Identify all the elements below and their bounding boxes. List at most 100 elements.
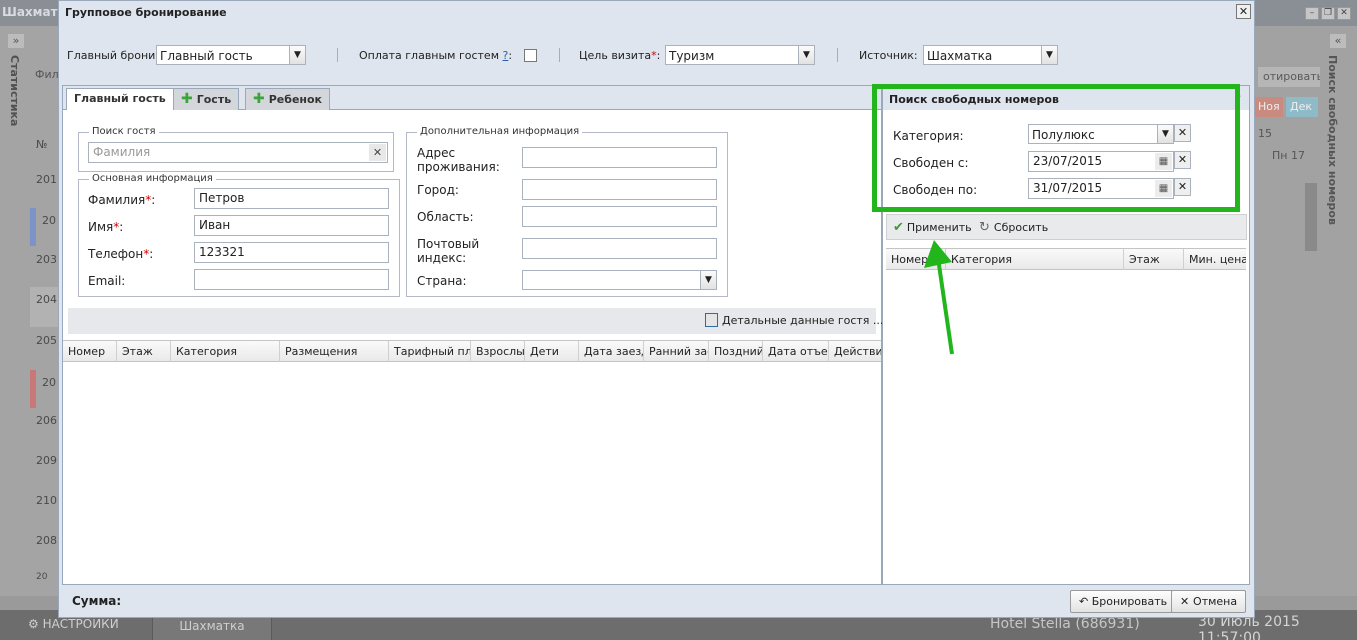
clear-from-icon[interactable]: ✕ <box>1174 151 1191 169</box>
col-number[interactable]: Номер <box>63 341 117 362</box>
bg-row: 210 <box>36 494 57 507</box>
col-category[interactable]: Категория <box>171 341 280 362</box>
col-adults[interactable]: Взрослые <box>471 341 525 362</box>
bg-day: 15 <box>1258 127 1272 140</box>
name-label: Имя*: <box>88 220 124 234</box>
surname-label: Фамилия*: <box>88 193 156 207</box>
expand-left-icon[interactable]: » <box>8 34 24 48</box>
calendar-icon[interactable]: ▦ <box>1155 180 1172 197</box>
clear-to-icon[interactable]: ✕ <box>1174 178 1191 196</box>
guest-tabs: Главный гость ✚ Гость ✚ Ребенок <box>63 86 881 111</box>
free-to-field[interactable]: 31/07/2015 ▦ <box>1028 178 1174 199</box>
col-floor[interactable]: Этаж <box>117 341 171 362</box>
taskbar-settings[interactable]: ⚙ НАСТРОЙКИ <box>28 617 119 631</box>
close-icon: ✕ <box>1180 595 1194 608</box>
region-label: Область: <box>417 210 474 224</box>
guest-search-input[interactable]: Фамилия ✕ <box>88 142 388 163</box>
payment-checkbox[interactable] <box>524 49 537 62</box>
free-rooms-header: Поиск свободных номеров » <box>883 86 1249 110</box>
group-booking-dialog: Групповое бронирование ✕ Главный брони Г… <box>58 0 1255 618</box>
collapse-right-icon[interactable]: « <box>1330 34 1346 48</box>
free-from-label: Свободен с: <box>893 156 969 170</box>
clear-icon[interactable]: ✕ <box>369 144 386 161</box>
guest-panel: Главный гость ✚ Гость ✚ Ребенок Поиск гост… <box>62 85 883 585</box>
free-from-field[interactable]: 23/07/2015 ▦ <box>1028 151 1174 172</box>
close-icon[interactable]: ✕ <box>1337 7 1351 20</box>
divider <box>337 48 338 62</box>
source-label: Источник: <box>859 49 918 62</box>
chevron-down-icon[interactable]: ▼ <box>1157 125 1173 143</box>
category-select[interactable]: Полулюкс ▼ <box>1028 124 1174 144</box>
country-select[interactable]: ▼ <box>522 270 717 290</box>
cancel-button[interactable]: ✕ Отмена <box>1171 590 1247 613</box>
tab-child[interactable]: ✚ Ребенок <box>245 88 331 110</box>
check-icon: ✔ <box>893 220 904 235</box>
guest-search-fieldset: Поиск гостя Фамилия ✕ <box>78 126 394 172</box>
col-category[interactable]: Категория <box>946 249 1124 270</box>
bg-sort-button[interactable]: отировать бр <box>1258 67 1320 87</box>
col-early-checkin[interactable]: Ранний заезд <box>644 341 709 362</box>
main-booking-select[interactable]: Главный гость ▼ <box>156 45 306 65</box>
region-field[interactable] <box>522 206 717 227</box>
visit-purpose-select[interactable]: Туризм ▼ <box>665 45 815 65</box>
bg-day: Пн 17 <box>1272 149 1305 162</box>
address-field[interactable] <box>522 147 717 168</box>
extra-info-fieldset: Дополнительная информация Адрес проживан… <box>406 126 728 297</box>
col-checkout-date[interactable]: Дата отъезда <box>763 341 829 362</box>
bg-free-rooms-label[interactable]: Поиск свободных номеров <box>1326 55 1339 225</box>
book-button[interactable]: ↶ Бронировать <box>1070 590 1177 613</box>
collapse-panel-icon[interactable]: » <box>1235 91 1247 105</box>
bg-scrollbar-thumb[interactable] <box>1305 183 1317 251</box>
bg-row: 20 <box>42 376 56 389</box>
tab-guest[interactable]: ✚ Гость <box>173 88 240 110</box>
details-toolbar: Детальные данные гостя ... <box>68 308 883 334</box>
taskbar-hotel: Hotel Stella (686931) <box>990 616 1140 632</box>
col-placement[interactable]: Размещения <box>280 341 389 362</box>
visit-purpose-label: Цель визита*: <box>579 49 661 62</box>
plus-icon: ✚ <box>181 91 193 107</box>
col-rate-plan[interactable]: Тарифный план <box>389 341 471 362</box>
col-checkin-date[interactable]: Дата заезда <box>579 341 644 362</box>
chevron-down-icon[interactable]: ▼ <box>289 46 305 64</box>
restore-icon[interactable]: ❐ <box>1321 7 1335 20</box>
zip-field[interactable] <box>522 238 717 259</box>
category-label: Категория: <box>893 129 964 143</box>
bg-row: 209 <box>36 454 57 467</box>
tab-main-guest[interactable]: Главный гость <box>66 88 174 111</box>
col-late-checkout[interactable]: Поздний отъезд <box>709 341 763 362</box>
phone-label: Телефон*: <box>88 247 154 261</box>
guest-form: Поиск гостя Фамилия ✕ Основная информаци… <box>63 110 881 340</box>
chevron-down-icon[interactable]: ▼ <box>798 46 814 64</box>
close-icon[interactable]: ✕ <box>1236 4 1251 19</box>
name-field[interactable]: Иван <box>194 215 389 236</box>
reset-button[interactable]: ↻ Сбросить <box>979 220 1048 235</box>
source-select[interactable]: Шахматка ▼ <box>923 45 1058 65</box>
bg-window-buttons: – ❐ ✕ <box>1303 5 1351 20</box>
divider <box>559 48 560 62</box>
calendar-icon[interactable]: ▦ <box>1155 153 1172 170</box>
clear-category-icon[interactable]: ✕ <box>1174 124 1191 142</box>
country-label: Страна: <box>417 274 467 288</box>
surname-field[interactable]: Петров <box>194 188 389 209</box>
email-field[interactable] <box>194 269 389 290</box>
col-children[interactable]: Дети <box>525 341 579 362</box>
guest-details-button[interactable]: Детальные данные гостя ... <box>705 313 883 327</box>
chevron-down-icon[interactable]: ▼ <box>700 271 716 289</box>
city-field[interactable] <box>522 179 717 200</box>
divider <box>837 48 838 62</box>
col-floor[interactable]: Этаж <box>1124 249 1184 270</box>
bg-row: 20 <box>36 572 48 582</box>
bg-statistics-label[interactable]: Статистика <box>8 55 21 126</box>
bg-filter-label: Фил <box>35 68 59 81</box>
gear-icon: ⚙ <box>28 617 43 631</box>
minimize-icon[interactable]: – <box>1305 7 1319 20</box>
col-min-price[interactable]: Мин. цена <box>1184 249 1246 270</box>
phone-field[interactable]: 123321 <box>194 242 389 263</box>
free-to-label: Свободен по: <box>893 183 978 197</box>
chevron-down-icon[interactable]: ▼ <box>1041 46 1057 64</box>
bg-row: 203 <box>36 253 57 266</box>
sum-bar: Сумма: <box>62 586 882 616</box>
address-label: Адрес проживания: <box>417 146 500 174</box>
apply-button[interactable]: ✔ Применить <box>893 220 972 235</box>
col-actions[interactable]: Действия <box>829 341 881 362</box>
